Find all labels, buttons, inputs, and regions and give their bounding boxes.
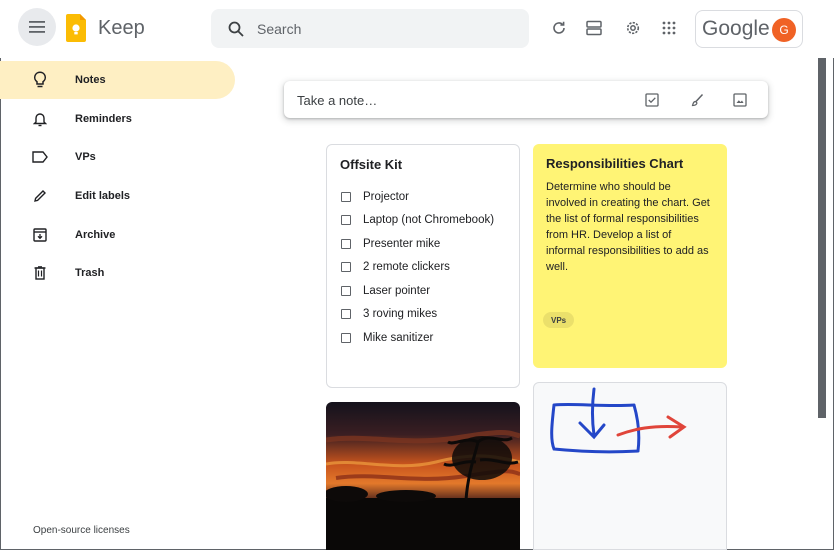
sunset-photo bbox=[326, 402, 520, 550]
sidebar-item-label: Notes bbox=[75, 74, 106, 86]
sidebar-item-reminders[interactable]: Reminders bbox=[0, 100, 235, 138]
note-card-sunset-photo[interactable] bbox=[326, 402, 520, 550]
checkbox[interactable] bbox=[341, 333, 351, 343]
checkbox-icon bbox=[645, 93, 659, 107]
sidebar-item-trash[interactable]: Trash bbox=[0, 254, 235, 292]
sidebar-item-label: VPs bbox=[75, 151, 96, 163]
top-bar: Keep Goog bbox=[0, 0, 834, 58]
sidebar-item-label: Archive bbox=[75, 229, 116, 241]
checklist-item-text: Mike sanitizer bbox=[363, 332, 434, 344]
search-bar[interactable] bbox=[211, 9, 529, 48]
note-title: Responsibilities Chart bbox=[546, 156, 684, 171]
refresh-button[interactable] bbox=[549, 18, 569, 38]
checklist-item-text: Projector bbox=[363, 191, 410, 203]
refresh-icon bbox=[553, 21, 565, 34]
checklist-item-text: 3 roving mikes bbox=[363, 308, 438, 320]
checklist-item[interactable]: Projector bbox=[341, 189, 409, 205]
bell-icon bbox=[30, 109, 50, 129]
scrollbar[interactable] bbox=[818, 58, 826, 418]
sidebar-item-notes[interactable]: Notes bbox=[0, 61, 235, 99]
sidebar-item-label: Trash bbox=[75, 267, 105, 279]
checklist-item-text: 2 remote clickers bbox=[363, 261, 450, 273]
sidebar-item-archive[interactable]: Archive bbox=[0, 216, 235, 254]
checklist-item-text: Presenter mike bbox=[363, 238, 441, 250]
list-view-icon bbox=[586, 20, 602, 36]
note-body: Determine who should be involved in crea… bbox=[546, 181, 710, 273]
checklist-item[interactable]: Mike sanitizer bbox=[341, 330, 433, 346]
main-menu-button[interactable] bbox=[18, 8, 56, 46]
hand-drawing-sketch bbox=[550, 387, 687, 454]
checkbox[interactable] bbox=[341, 262, 351, 272]
gear-icon bbox=[626, 21, 640, 35]
google-wordmark: Google bbox=[702, 17, 770, 40]
search-icon[interactable] bbox=[227, 20, 245, 38]
sidebar-item-vps[interactable]: VPs bbox=[0, 138, 235, 176]
new-list-button[interactable] bbox=[642, 90, 662, 110]
hamburger-icon bbox=[29, 21, 45, 33]
sidebar-item-label: Reminders bbox=[75, 113, 132, 125]
search-input[interactable] bbox=[257, 9, 517, 48]
checkbox[interactable] bbox=[341, 309, 351, 319]
note-title: Offsite Kit bbox=[340, 157, 403, 172]
new-image-button[interactable] bbox=[730, 90, 750, 110]
archive-icon bbox=[30, 225, 50, 245]
pencil-icon bbox=[30, 186, 50, 206]
sidebar-item-label: Edit labels bbox=[75, 190, 131, 202]
brush-icon bbox=[691, 93, 704, 107]
checklist-item-text: Laser pointer bbox=[363, 285, 431, 297]
checkbox[interactable] bbox=[341, 286, 351, 296]
open-source-licenses-link[interactable]: Open-source licenses bbox=[33, 525, 130, 536]
settings-button[interactable] bbox=[623, 18, 643, 38]
checkbox[interactable] bbox=[341, 192, 351, 202]
label-icon bbox=[30, 147, 50, 167]
keep-logo-icon[interactable] bbox=[66, 14, 86, 42]
app-title[interactable]: Keep bbox=[98, 17, 145, 40]
trash-icon bbox=[30, 263, 50, 283]
note-card-responsibilities[interactable]: Responsibilities Chart Determine who sho… bbox=[533, 144, 727, 368]
checkbox[interactable] bbox=[341, 239, 351, 249]
checklist-item[interactable]: 3 roving mikes bbox=[341, 306, 437, 322]
sidebar-item-edit-labels[interactable]: Edit labels bbox=[0, 177, 235, 215]
note-card-offsite-kit[interactable]: Offsite Kit Projector Laptop (not Chrome… bbox=[326, 144, 520, 388]
checklist-item-text: Laptop (not Chromebook) bbox=[363, 214, 495, 226]
avatar[interactable]: G bbox=[772, 18, 796, 42]
list-view-button[interactable] bbox=[584, 18, 604, 38]
image-icon bbox=[733, 93, 747, 107]
label-chip[interactable]: VPs bbox=[543, 312, 575, 328]
checkbox[interactable] bbox=[341, 215, 351, 225]
checklist-item[interactable]: Presenter mike bbox=[341, 236, 440, 252]
checklist-item[interactable]: Laptop (not Chromebook) bbox=[341, 212, 494, 228]
apps-grid-icon bbox=[662, 21, 676, 35]
lightbulb-icon bbox=[30, 70, 50, 90]
account-button[interactable]: Google G bbox=[695, 10, 803, 48]
apps-button[interactable] bbox=[659, 18, 679, 38]
note-card-drawing[interactable] bbox=[533, 382, 727, 550]
checklist-item[interactable]: Laser pointer bbox=[341, 283, 430, 299]
new-drawing-button[interactable] bbox=[687, 90, 707, 110]
take-note-placeholder[interactable]: Take a note… bbox=[297, 93, 377, 108]
take-note-bar[interactable]: Take a note… bbox=[284, 81, 768, 118]
checklist-item[interactable]: 2 remote clickers bbox=[341, 259, 450, 275]
